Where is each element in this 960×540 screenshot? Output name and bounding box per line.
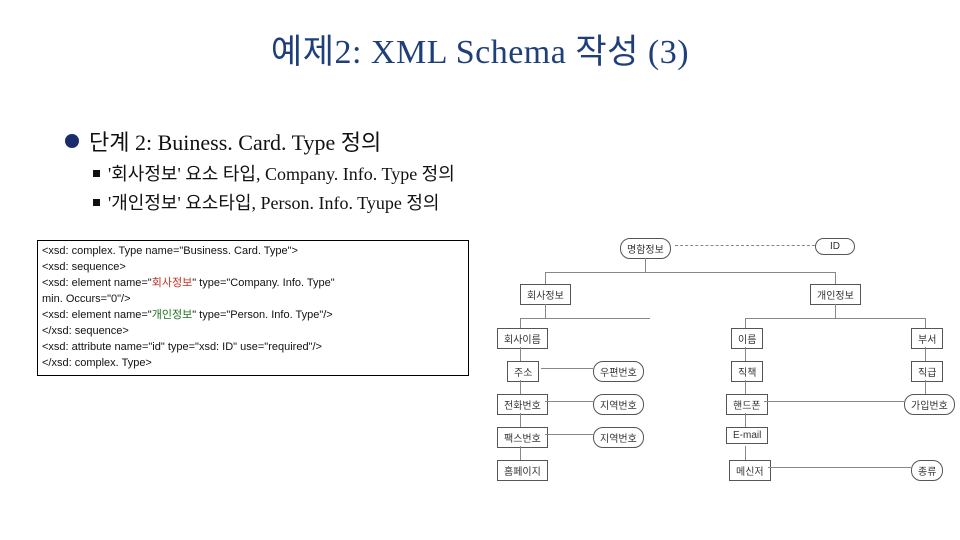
connector-icon: [835, 304, 836, 318]
node-p-email: E-mail: [726, 427, 768, 444]
node-person: 개인정보: [810, 284, 861, 305]
connector-icon: [925, 380, 926, 394]
sub-text-2: '개인정보' 요소타입, Person. Info. Tyupe 정의: [108, 189, 439, 215]
connector-icon: [745, 318, 746, 328]
connector-icon: [835, 272, 836, 284]
connector-icon: [745, 318, 925, 319]
node-p-title: 직급: [911, 361, 943, 382]
code-line: <xsd: attribute name="id" type="xsd: ID"…: [42, 340, 464, 356]
node-p-rank: 직책: [731, 361, 763, 382]
tree-diagram: 명함정보 ID 회사정보 개인정보 회사이름 주소 우편번호 전화번호 지역번호…: [485, 238, 947, 503]
code-line: <xsd: complex. Type name="Business. Card…: [42, 244, 464, 260]
node-c-fax: 팩스번호: [497, 427, 548, 448]
node-p-msg: 메신저: [729, 460, 771, 481]
node-root: 명함정보: [620, 238, 671, 259]
connector-icon: [925, 347, 926, 361]
connector-icon: [520, 318, 521, 328]
code-box: <xsd: complex. Type name="Business. Card…: [37, 240, 469, 376]
node-c-tel: 전화번호: [497, 394, 548, 415]
code-line: <xsd: element name="개인정보" type="Person. …: [42, 308, 464, 324]
sub-row-1: '회사정보' 요소 타입, Company. Info. Type 정의: [93, 160, 885, 186]
node-p-kind: 종류: [911, 460, 943, 481]
page-title: 예제2: XML Schema 작성 (3): [0, 0, 960, 73]
content-block: 단계 2: Buiness. Card. Type 정의 '회사정보' 요소 타…: [65, 125, 885, 215]
connector-icon: [545, 272, 835, 273]
heading-text: 단계 2: Buiness. Card. Type 정의: [89, 125, 381, 157]
code-line: <xsd: element name="회사정보" type="Company.…: [42, 276, 464, 292]
bullet-icon: [65, 134, 79, 148]
code-line: </xsd: complex. Type>: [42, 356, 464, 372]
connector-icon: [745, 380, 746, 394]
connector-icon: [645, 258, 646, 272]
code-line: min. Occurs="0"/>: [42, 292, 464, 308]
sub-text-1: '회사정보' 요소 타입, Company. Info. Type 정의: [108, 160, 455, 186]
connector-icon: [745, 347, 746, 361]
connector-icon: [520, 318, 650, 319]
node-c-addr: 주소: [507, 361, 539, 382]
node-p-join: 가입번호: [904, 394, 955, 415]
square-icon: [93, 199, 100, 206]
node-c-area2: 지역번호: [593, 427, 644, 448]
sub-row-2: '개인정보' 요소타입, Person. Info. Tyupe 정의: [93, 189, 885, 215]
node-p-mobile: 핸드폰: [726, 394, 768, 415]
connector-icon: [745, 413, 746, 427]
node-id: ID: [815, 238, 855, 255]
square-icon: [93, 170, 100, 177]
code-line: </xsd: sequence>: [42, 324, 464, 340]
connector-icon: [745, 446, 746, 460]
node-c-home: 홈페이지: [497, 460, 548, 481]
heading-row: 단계 2: Buiness. Card. Type 정의: [65, 125, 885, 157]
node-c-area: 지역번호: [593, 394, 644, 415]
node-company: 회사정보: [520, 284, 571, 305]
connector-icon: [925, 318, 926, 328]
connector-icon: [675, 245, 815, 246]
connector-icon: [520, 446, 521, 460]
node-c-name: 회사이름: [497, 328, 548, 349]
connector-icon: [764, 401, 904, 402]
connector-icon: [520, 347, 521, 361]
connector-icon: [520, 380, 521, 394]
code-line: <xsd: sequence>: [42, 260, 464, 276]
connector-icon: [768, 467, 911, 468]
node-p-dept: 부서: [911, 328, 943, 349]
node-c-zip: 우편번호: [593, 361, 644, 382]
connector-icon: [520, 413, 521, 427]
connector-icon: [545, 304, 546, 318]
connector-icon: [541, 368, 593, 369]
connector-icon: [545, 272, 546, 284]
connector-icon: [545, 401, 593, 402]
node-p-name: 이름: [731, 328, 763, 349]
connector-icon: [545, 434, 593, 435]
